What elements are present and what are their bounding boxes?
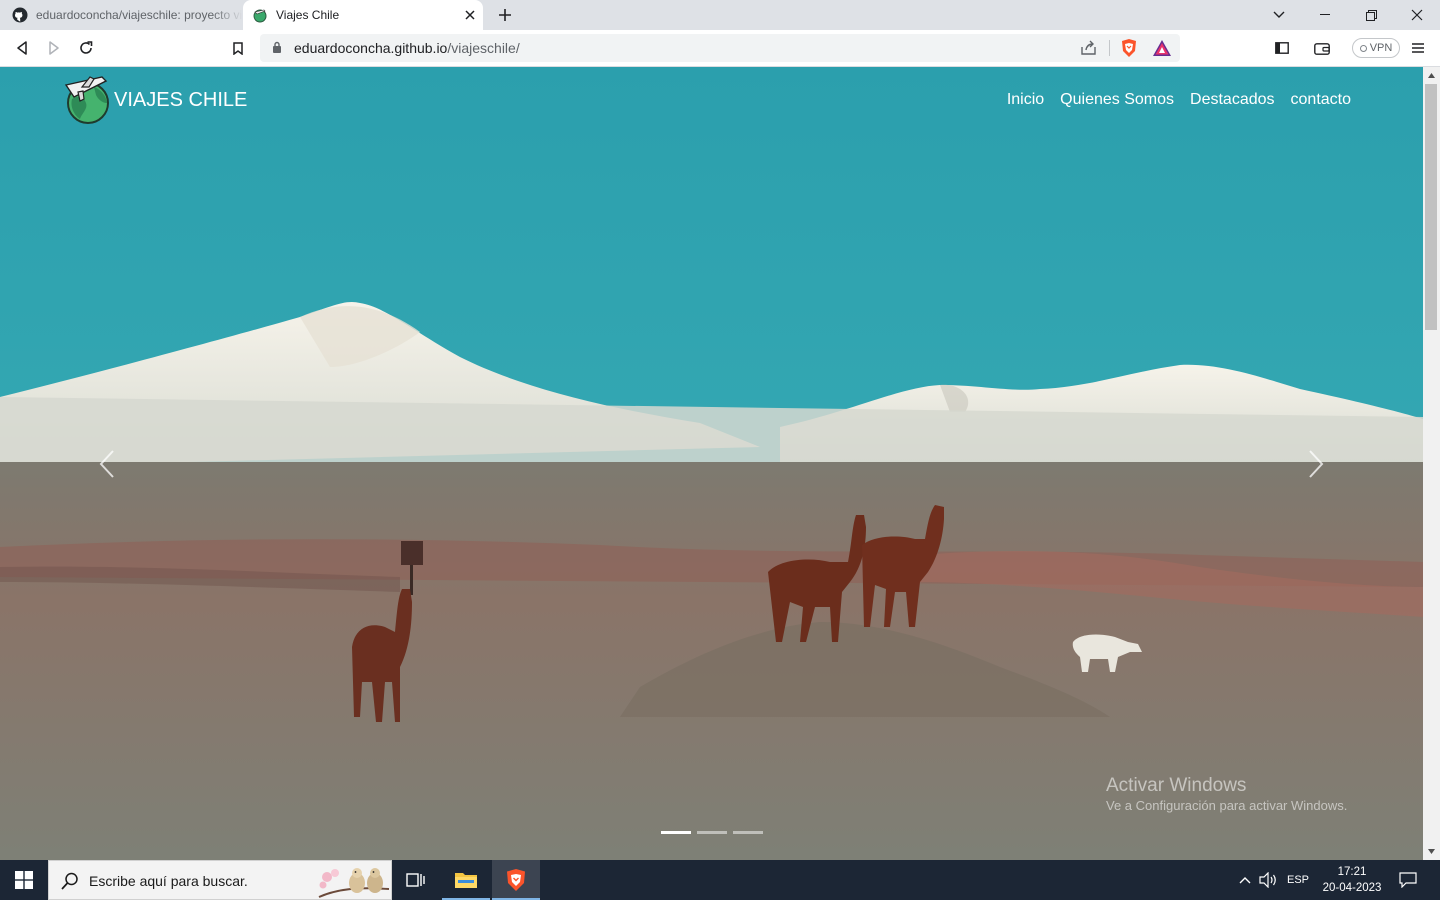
plus-icon bbox=[499, 9, 511, 21]
close-window-button[interactable] bbox=[1394, 0, 1440, 30]
reload-icon bbox=[80, 41, 93, 54]
reload-button[interactable] bbox=[74, 36, 98, 60]
browser-toolbar: eduardoconcha.github.io/viajeschile/ VPN bbox=[0, 30, 1440, 67]
tab-close-button[interactable] bbox=[459, 4, 481, 26]
tab-strip: eduardoconcha/viajeschile: proyecto viaj… bbox=[0, 0, 1440, 30]
clock-date: 20-04-2023 bbox=[1322, 882, 1382, 894]
scrollbar-thumb[interactable] bbox=[1425, 84, 1437, 330]
search-icon bbox=[61, 872, 78, 890]
minimize-icon bbox=[1320, 14, 1330, 15]
notifications-button[interactable] bbox=[1394, 860, 1422, 900]
bookmark-icon bbox=[233, 41, 243, 55]
scroll-up-arrow[interactable] bbox=[1423, 67, 1440, 84]
task-view-button[interactable] bbox=[392, 860, 440, 900]
tab-title: Viajes Chile bbox=[276, 8, 340, 22]
brave-lion-icon bbox=[507, 869, 525, 891]
restore-button[interactable] bbox=[1348, 0, 1394, 30]
wallet-button[interactable] bbox=[1310, 36, 1334, 60]
share-icon[interactable] bbox=[1080, 39, 1097, 56]
github-icon bbox=[12, 7, 28, 23]
chevron-down-icon bbox=[1273, 11, 1285, 18]
watermark-subtitle: Ve a Configuración para activar Windows. bbox=[1106, 798, 1348, 813]
carousel-indicator-2[interactable] bbox=[697, 831, 727, 834]
watermark-title: Activar Windows bbox=[1106, 775, 1247, 796]
carousel-indicator-1[interactable] bbox=[661, 831, 691, 834]
wallet-icon bbox=[1314, 42, 1330, 55]
brave-shields-icon[interactable] bbox=[1120, 38, 1138, 58]
globe-airplane-logo-icon bbox=[64, 76, 109, 124]
brave-browser-button[interactable] bbox=[492, 860, 540, 900]
url-path: /viajeschile/ bbox=[447, 40, 520, 56]
carousel-prev-button[interactable] bbox=[92, 447, 122, 481]
url-host: eduardoconcha.github.io bbox=[294, 40, 448, 56]
chevron-right-icon bbox=[1309, 450, 1324, 478]
sidebar-icon bbox=[1275, 42, 1289, 54]
speaker-icon bbox=[1259, 872, 1276, 888]
carousel-indicator-3[interactable] bbox=[733, 831, 763, 834]
tab-title: eduardoconcha/viajeschile: proyecto viaj… bbox=[36, 8, 243, 22]
start-button[interactable] bbox=[0, 860, 48, 900]
minimize-button[interactable] bbox=[1302, 0, 1348, 30]
brand-name: VIAJES CHILE bbox=[114, 88, 248, 111]
search-placeholder: Escribe aquí para buscar. bbox=[89, 873, 248, 889]
nav-link-destacados[interactable]: Destacados bbox=[1190, 91, 1275, 109]
brave-rewards-icon[interactable] bbox=[1152, 39, 1172, 57]
bookmark-button[interactable] bbox=[226, 36, 250, 60]
main-nav: Inicio Quienes Somos Destacados contacto bbox=[1007, 91, 1351, 109]
carousel-next-button[interactable] bbox=[1301, 447, 1331, 481]
chevron-left-icon bbox=[99, 450, 114, 478]
language-indicator[interactable]: ESP bbox=[1282, 860, 1314, 900]
menu-button[interactable] bbox=[1406, 36, 1430, 60]
address-bar[interactable]: eduardoconcha.github.io/viajeschile/ bbox=[260, 34, 1180, 62]
back-arrow-icon bbox=[17, 41, 27, 55]
volume-button[interactable] bbox=[1256, 860, 1280, 900]
tab-viajes-chile[interactable]: Viajes Chile bbox=[243, 0, 483, 30]
sidebar-button[interactable] bbox=[1270, 36, 1294, 60]
folder-icon bbox=[455, 873, 477, 888]
file-explorer-button[interactable] bbox=[442, 860, 490, 900]
close-icon bbox=[1411, 9, 1423, 21]
taskbar-clock[interactable]: 17:21 20-04-2023 bbox=[1312, 864, 1392, 896]
globe-airplane-icon bbox=[253, 9, 267, 23]
nav-link-contacto[interactable]: contacto bbox=[1291, 91, 1351, 109]
lock-icon bbox=[273, 41, 281, 53]
windows-logo-icon bbox=[15, 871, 33, 889]
forward-button[interactable] bbox=[42, 36, 66, 60]
vpn-button[interactable]: VPN bbox=[1352, 38, 1400, 58]
hero-carousel-image bbox=[0, 67, 1423, 860]
notification-icon bbox=[1399, 872, 1417, 888]
close-icon bbox=[465, 10, 475, 20]
hamburger-menu-icon bbox=[1412, 43, 1424, 53]
scroll-down-arrow[interactable] bbox=[1423, 843, 1440, 860]
triangle-up-icon bbox=[1428, 73, 1435, 78]
task-view-icon bbox=[406, 873, 425, 887]
triangle-down-icon bbox=[1428, 849, 1435, 854]
nav-link-quienes-somos[interactable]: Quienes Somos bbox=[1060, 91, 1174, 109]
carousel-indicators bbox=[661, 831, 763, 834]
brand-link[interactable]: VIAJES CHILE bbox=[62, 75, 247, 125]
windows-taskbar: Escribe aquí para buscar. ESP 17:21 20-0… bbox=[0, 860, 1440, 900]
vpn-label: VPN bbox=[1369, 42, 1393, 54]
nav-link-inicio[interactable]: Inicio bbox=[1007, 91, 1044, 109]
page-scrollbar[interactable] bbox=[1423, 67, 1440, 860]
url-text: eduardoconcha.github.io/viajeschile/ bbox=[294, 40, 520, 56]
tab-search-button[interactable] bbox=[1256, 0, 1302, 30]
clock-time: 17:21 bbox=[1337, 866, 1367, 878]
new-tab-button[interactable] bbox=[494, 4, 516, 26]
chevron-up-icon bbox=[1239, 877, 1251, 884]
page-viewport: VIAJES CHILE Inicio Quienes Somos Destac… bbox=[0, 67, 1423, 860]
birds-illustration-icon bbox=[318, 868, 390, 898]
windows-activation-watermark: Activar Windows Ve a Configuración para … bbox=[1106, 775, 1347, 813]
divider bbox=[1109, 40, 1110, 56]
tab-github[interactable]: eduardoconcha/viajeschile: proyecto viaj… bbox=[0, 0, 243, 30]
site-navbar: VIAJES CHILE Inicio Quienes Somos Destac… bbox=[0, 67, 1423, 137]
show-hidden-icons-button[interactable] bbox=[1234, 860, 1256, 900]
restore-icon bbox=[1365, 9, 1377, 21]
vpn-status-icon bbox=[1359, 44, 1367, 52]
taskbar-search-box[interactable]: Escribe aquí para buscar. bbox=[48, 860, 392, 900]
forward-arrow-icon bbox=[49, 41, 59, 55]
back-button[interactable] bbox=[10, 36, 34, 60]
